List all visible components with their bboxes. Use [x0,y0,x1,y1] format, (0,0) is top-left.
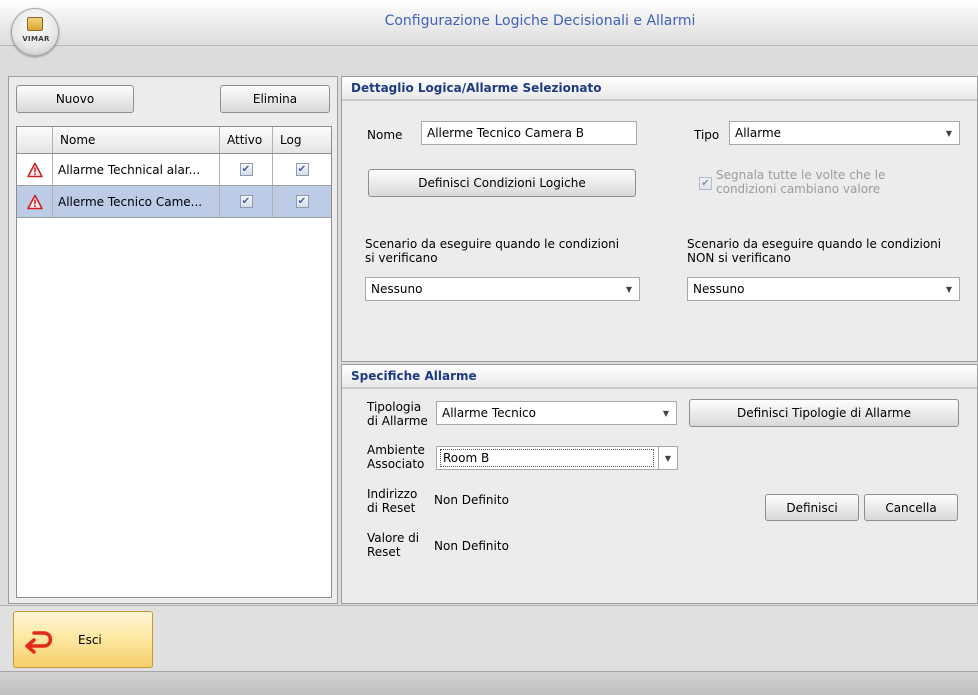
alarm-type-value: Allarme Tecnico [442,406,536,420]
header-attivo[interactable]: Attivo [220,127,273,153]
alarm-specifics-panel: Specifiche Allarme Tipologia di Allarme … [341,364,978,604]
warning-icon [26,162,43,177]
reset-value-label: Valore di Reset [367,531,419,559]
alarm-type-label: Tipologia di Allarme [367,400,428,428]
row-active-cell: ✔ [220,186,273,217]
row-name: Allerme Tecnico Came... [53,186,220,217]
room-label-line2: Associato [367,457,425,471]
name-input[interactable]: Allerme Tecnico Camera B [421,121,637,145]
room-label: Ambiente Associato [367,443,425,471]
bottom-toolbar: Esci [0,605,978,671]
row-icon-cell [17,154,53,185]
scenario-false-value: Nessuno [693,282,745,296]
row-log-cell: ✔ [273,186,331,217]
reset-value-label-line2: Reset [367,545,401,559]
logic-list-panel: Nuovo Elimina Nome Attivo Log Allarme Te… [8,76,338,604]
define-alarm-types-button[interactable]: Definisci Tipologie di Allarme [689,399,959,427]
title-bar: Configurazione Logiche Decisionali e All… [0,0,978,46]
scenario-true-label-line2: si verificano [365,251,438,265]
combo-divider [657,447,659,469]
signal-checkbox-label: Segnala tutte le volte che le condizioni… [716,168,885,196]
chevron-down-icon: ▼ [945,128,952,138]
delete-button[interactable]: Elimina [220,85,330,113]
alarm-type-label-line2: di Allarme [367,414,428,428]
header-icon-column [17,127,53,153]
header-nome[interactable]: Nome [53,127,220,153]
reset-address-value: Non Definito [434,493,509,507]
signal-label-line2: condizioni cambiano valore [716,182,881,196]
name-label: Nome [367,128,403,142]
type-select[interactable]: Allarme ▼ [729,121,960,145]
room-select-value: Room B [440,449,654,467]
scenario-true-value: Nessuno [371,282,423,296]
exit-button-label: Esci [78,633,102,647]
detail-section-header: Dettaglio Logica/Allarme Selezionato [342,77,977,101]
logo-emblem-icon [27,17,43,31]
scenario-false-label-line1: Scenario da eseguire quando le condizion… [687,237,942,251]
reset-value-value: Non Definito [434,539,509,553]
exit-button[interactable]: Esci [13,611,153,668]
log-checkbox[interactable]: ✔ [295,163,309,176]
active-checkbox[interactable]: ✔ [239,195,253,208]
signal-checkbox[interactable]: ✔ [699,177,712,190]
scenario-false-label-line2: NON si verificano [687,251,791,265]
scenario-false-label: Scenario da eseguire quando le condizion… [687,237,941,265]
alarm-section-header: Specifiche Allarme [342,365,977,389]
new-button[interactable]: Nuovo [16,85,134,113]
scenario-false-select[interactable]: Nessuno ▼ [687,277,960,301]
chevron-down-icon: ▼ [945,284,952,294]
table-row[interactable]: Allarme Technical alar... ✔ ✔ [17,154,331,186]
row-icon-cell [17,186,53,217]
logic-detail-panel: Dettaglio Logica/Allarme Selezionato Nom… [341,76,978,362]
row-active-cell: ✔ [220,154,273,185]
grid-header: Nome Attivo Log [17,127,331,154]
status-bar [0,671,978,695]
log-checkbox[interactable]: ✔ [295,195,309,208]
define-conditions-button[interactable]: Definisci Condizioni Logiche [368,169,636,197]
chevron-down-icon: ▼ [625,284,632,294]
scenario-true-label: Scenario da eseguire quando le condizion… [365,237,619,265]
reset-address-label-line1: Indirizzo [367,487,418,501]
chevron-down-icon: ▼ [664,453,671,463]
back-arrow-icon [25,631,53,654]
room-label-line1: Ambiente [367,443,425,457]
room-select[interactable]: Room B ▼ [436,446,678,470]
table-row-selected[interactable]: Allerme Tecnico Came... ✔ ✔ [17,186,331,218]
cancel-button[interactable]: Cancella [864,494,958,521]
row-name: Allarme Technical alar... [53,154,220,185]
logic-grid[interactable]: Nome Attivo Log Allarme Technical alar..… [16,126,332,598]
alarm-type-label-line1: Tipologia [367,400,422,414]
scenario-true-label-line1: Scenario da eseguire quando le condizion… [365,237,620,251]
chevron-down-icon: ▼ [662,408,669,418]
type-label: Tipo [694,128,720,142]
scenario-true-select[interactable]: Nessuno ▼ [365,277,640,301]
reset-address-label-line2: di Reset [367,501,416,515]
warning-icon [26,194,43,209]
reset-address-label: Indirizzo di Reset [367,487,417,515]
active-checkbox[interactable]: ✔ [239,163,253,176]
window-title: Configurazione Logiche Decisionali e All… [384,13,696,29]
logo-text: VIMAR [22,35,50,43]
header-log[interactable]: Log [273,127,331,153]
signal-label-line1: Segnala tutte le volte che le [716,168,886,182]
define-button[interactable]: Definisci [765,494,859,521]
reset-value-label-line1: Valore di [367,531,420,545]
app-logo[interactable]: VIMAR [11,8,59,56]
alarm-type-select[interactable]: Allarme Tecnico ▼ [436,401,677,425]
type-select-value: Allarme [735,126,782,140]
row-log-cell: ✔ [273,154,331,185]
